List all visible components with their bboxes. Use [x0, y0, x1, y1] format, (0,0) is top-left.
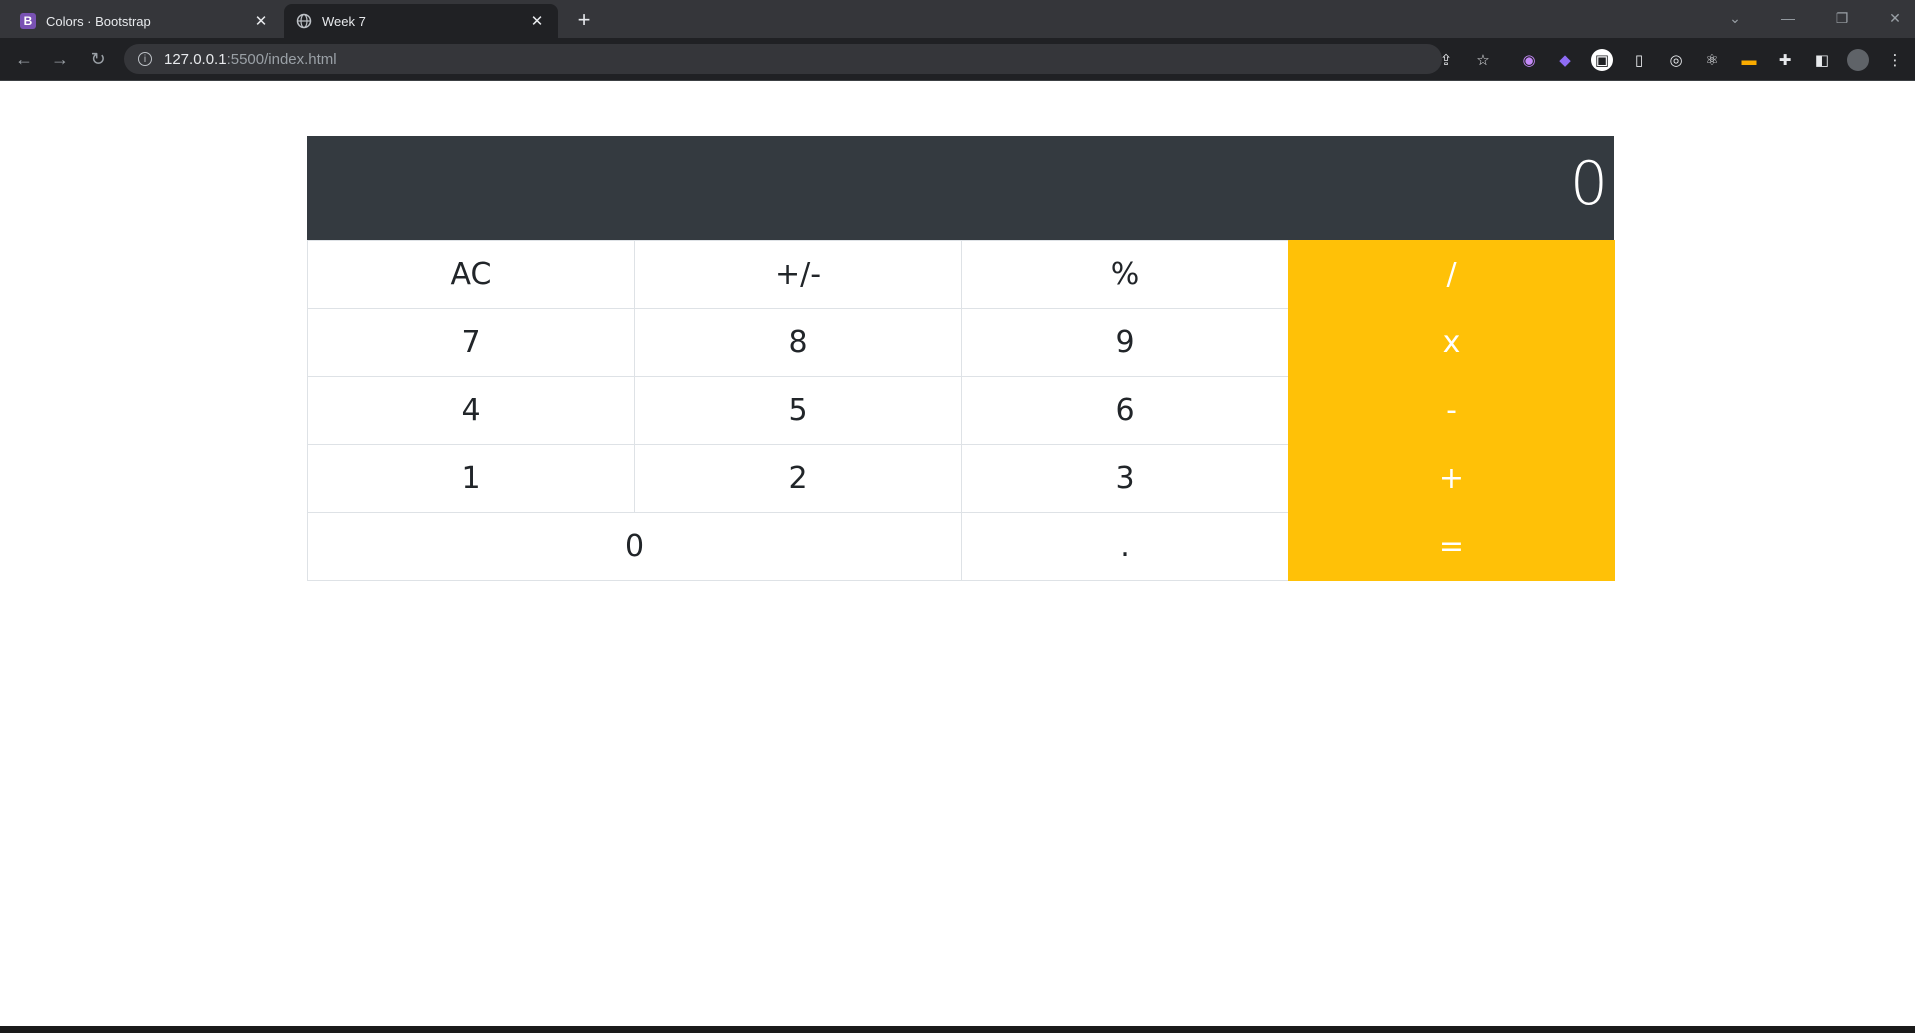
tab-colors-bootstrap[interactable]: B Colors · Bootstrap ✕: [8, 4, 282, 38]
forward-arrow-icon[interactable]: →: [46, 45, 74, 73]
extension-react-icon[interactable]: ⚛: [1701, 49, 1723, 71]
digit-2-button[interactable]: 2: [634, 444, 962, 513]
new-tab-button[interactable]: +: [570, 6, 598, 34]
decimal-button[interactable]: .: [961, 512, 1289, 581]
tab-title: Week 7: [322, 13, 366, 29]
divide-button[interactable]: /: [1288, 240, 1615, 309]
calculator-keypad: AC +/- % / 7 8 9 x 4 5 6 - 1 2 3 + 0 . =: [307, 240, 1615, 581]
close-tab-icon[interactable]: ✕: [252, 12, 270, 30]
tab-search-chevron-icon[interactable]: ⌄: [1720, 6, 1750, 30]
digit-0-button[interactable]: 0: [307, 512, 962, 581]
plus-minus-button[interactable]: +/-: [634, 240, 962, 309]
toolbar-divider: [0, 80, 1915, 81]
tab-title: Colors · Bootstrap: [46, 13, 151, 29]
share-icon[interactable]: ⇪: [1435, 49, 1457, 71]
ac-button[interactable]: AC: [307, 240, 635, 309]
reload-icon[interactable]: ↻: [84, 45, 112, 73]
window-close-icon[interactable]: ✕: [1880, 6, 1910, 30]
digit-9-button[interactable]: 9: [961, 308, 1289, 377]
digit-5-button[interactable]: 5: [634, 376, 962, 445]
subtract-button[interactable]: -: [1288, 376, 1615, 445]
digit-1-button[interactable]: 1: [307, 444, 635, 513]
extension-phone-icon[interactable]: ▯: [1628, 49, 1650, 71]
bookmark-star-icon[interactable]: ☆: [1472, 49, 1494, 71]
calculator-display: 0: [307, 136, 1614, 240]
extension-folder-icon[interactable]: ▬: [1738, 49, 1760, 71]
extension-gem-icon[interactable]: ◆: [1554, 49, 1576, 71]
digit-8-button[interactable]: 8: [634, 308, 962, 377]
tab-week-7[interactable]: Week 7 ✕: [284, 4, 558, 38]
browser-tab-strip: B Colors · Bootstrap ✕ Week 7 ✕ + ⌄ — ❐ …: [0, 0, 1915, 38]
extension-screen-icon[interactable]: ▣: [1591, 49, 1613, 71]
add-button[interactable]: +: [1288, 444, 1615, 513]
equals-button[interactable]: =: [1288, 512, 1615, 581]
digit-3-button[interactable]: 3: [961, 444, 1289, 513]
taskbar-edge: [0, 1026, 1915, 1033]
minimize-icon[interactable]: —: [1773, 6, 1803, 30]
site-info-icon[interactable]: i: [138, 52, 152, 66]
digit-7-button[interactable]: 7: [307, 308, 635, 377]
extensions-puzzle-icon[interactable]: ✚: [1774, 49, 1796, 71]
extension-target-icon[interactable]: ◎: [1665, 49, 1687, 71]
address-bar[interactable]: i 127.0.0.1:5500/index.html: [124, 44, 1442, 74]
restore-icon[interactable]: ❐: [1827, 6, 1857, 30]
calculator: 0 AC +/- % / 7 8 9 x 4 5 6 - 1 2 3 + 0 .…: [307, 136, 1615, 581]
digit-6-button[interactable]: 6: [961, 376, 1289, 445]
back-arrow-icon[interactable]: ←: [10, 45, 38, 73]
more-menu-icon[interactable]: ⋮: [1884, 49, 1906, 71]
bootstrap-favicon-icon: B: [20, 13, 36, 29]
browser-toolbar: ← → ↻ i 127.0.0.1:5500/index.html ⇪ ☆ ◉ …: [0, 38, 1915, 80]
extension-broadcast-icon[interactable]: ◉: [1518, 49, 1540, 71]
globe-icon: [296, 13, 312, 29]
multiply-button[interactable]: x: [1288, 308, 1615, 377]
close-tab-icon[interactable]: ✕: [528, 12, 546, 30]
profile-avatar[interactable]: [1847, 49, 1869, 71]
side-panel-icon[interactable]: ◧: [1811, 49, 1833, 71]
percent-button[interactable]: %: [961, 240, 1289, 309]
url-path: :5500/index.html: [226, 50, 337, 68]
url-host: 127.0.0.1: [164, 50, 227, 68]
digit-4-button[interactable]: 4: [307, 376, 635, 445]
